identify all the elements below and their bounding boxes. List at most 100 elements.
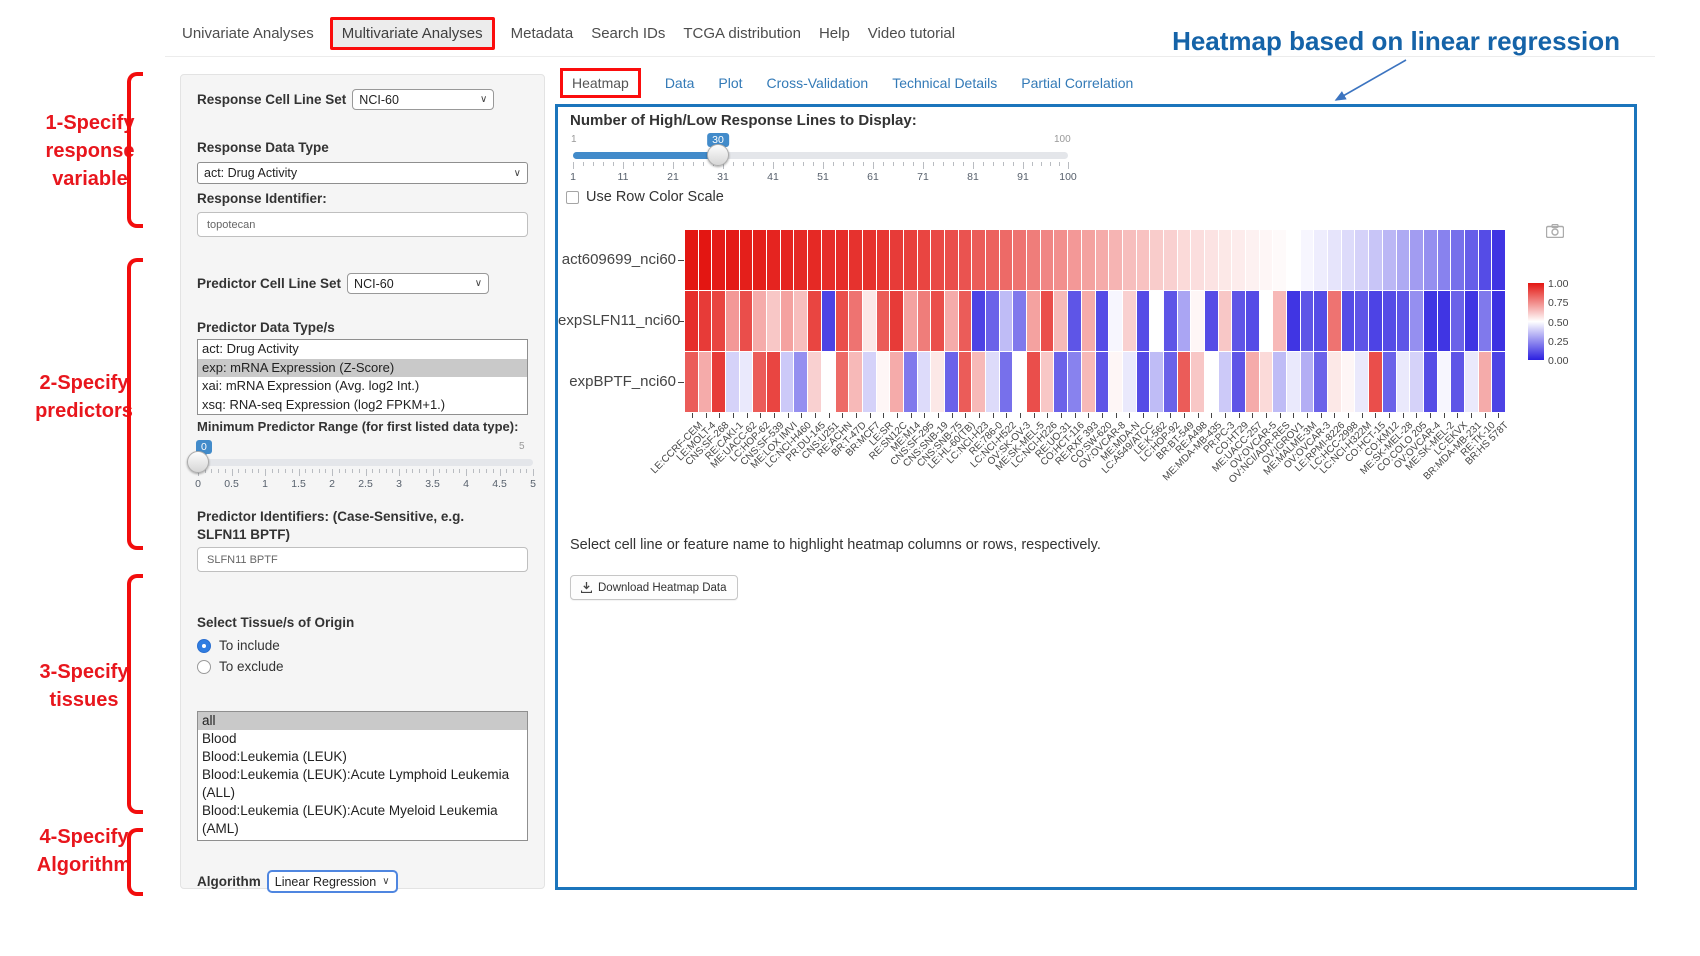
tab-cross-validation[interactable]: Cross-Validation xyxy=(767,69,869,97)
heatmap-cell[interactable] xyxy=(1492,352,1505,412)
heatmap-cell[interactable] xyxy=(1301,291,1314,351)
response-cell-line-set-select[interactable]: NCI-60 ∨ xyxy=(352,89,494,110)
heatmap-cell[interactable] xyxy=(1314,230,1327,290)
heatmap-cell[interactable] xyxy=(1301,230,1314,290)
heatmap-cell[interactable] xyxy=(1479,230,1492,290)
camera-icon[interactable] xyxy=(1546,224,1564,243)
heatmap-cell[interactable] xyxy=(1082,230,1095,290)
tissue-option[interactable]: Blood:Leukemia (LEUK) xyxy=(198,748,527,766)
heatmap-cell[interactable] xyxy=(712,291,725,351)
heatmap-cell[interactable] xyxy=(1465,352,1478,412)
heatmap-cell[interactable] xyxy=(877,291,890,351)
heatmap-cell[interactable] xyxy=(1287,230,1300,290)
heatmap-cell[interactable] xyxy=(986,291,999,351)
algorithm-select[interactable]: Linear Regression ∨ xyxy=(267,870,398,893)
heatmap-cell[interactable] xyxy=(1164,230,1177,290)
heatmap-cell[interactable] xyxy=(1287,291,1300,351)
heatmap-cell[interactable] xyxy=(1232,291,1245,351)
heatmap-cell[interactable] xyxy=(1191,352,1204,412)
heatmap-cell[interactable] xyxy=(1027,291,1040,351)
heatmap-cell[interactable] xyxy=(1451,230,1464,290)
heatmap-cell[interactable] xyxy=(1465,291,1478,351)
heatmap-cell[interactable] xyxy=(945,291,958,351)
heatmap-cell[interactable] xyxy=(1260,230,1273,290)
heatmap-cell[interactable] xyxy=(1424,291,1437,351)
heatmap-cell[interactable] xyxy=(1438,291,1451,351)
heatmap-cell[interactable] xyxy=(1246,352,1259,412)
heatmap-cell[interactable] xyxy=(794,352,807,412)
heatmap-cell[interactable] xyxy=(1205,352,1218,412)
heatmap-cell[interactable] xyxy=(1314,291,1327,351)
heatmap-cell[interactable] xyxy=(808,352,821,412)
heatmap-cell[interactable] xyxy=(1492,291,1505,351)
heatmap-cell[interactable] xyxy=(1355,230,1368,290)
heatmap-cell[interactable] xyxy=(699,230,712,290)
heatmap-cell[interactable] xyxy=(1246,230,1259,290)
tab-data[interactable]: Data xyxy=(665,69,695,97)
heatmap-cell[interactable] xyxy=(726,352,739,412)
heatmap-cell[interactable] xyxy=(1191,230,1204,290)
heatmap-cell[interactable] xyxy=(794,230,807,290)
heatmap-cell[interactable] xyxy=(1410,352,1423,412)
nav-item-help[interactable]: Help xyxy=(817,17,852,50)
heatmap-cell[interactable] xyxy=(1328,352,1341,412)
heatmap-cell[interactable] xyxy=(1150,291,1163,351)
checkbox-icon[interactable] xyxy=(566,191,579,204)
heatmap-cell[interactable] xyxy=(1205,230,1218,290)
heatmap-cell[interactable] xyxy=(904,291,917,351)
heatmap-cell[interactable] xyxy=(904,352,917,412)
heatmap-cell[interactable] xyxy=(753,291,766,351)
heatmap-cell[interactable] xyxy=(1260,352,1273,412)
heatmap-cell[interactable] xyxy=(972,352,985,412)
heatmap-cell[interactable] xyxy=(808,291,821,351)
heatmap-cell[interactable] xyxy=(1041,230,1054,290)
heatmap-cell[interactable] xyxy=(945,230,958,290)
heatmap-cell[interactable] xyxy=(918,230,931,290)
heatmap-cell[interactable] xyxy=(794,291,807,351)
heatmap-cell[interactable] xyxy=(767,352,780,412)
heatmap-cell[interactable] xyxy=(836,230,849,290)
predictor-data-type-option[interactable]: exp: mRNA Expression (Z-Score) xyxy=(198,359,527,378)
heatmap-cell[interactable] xyxy=(685,230,698,290)
tissue-option[interactable]: Blood:Leukemia (LEUK):Chronic Myelogenou… xyxy=(198,838,527,841)
heatmap-cell[interactable] xyxy=(890,352,903,412)
heatmap-cell[interactable] xyxy=(1451,291,1464,351)
predictor-data-type-option[interactable]: xai: mRNA Expression (Avg. log2 Int.) xyxy=(198,377,527,396)
heatmap-cell[interactable] xyxy=(986,352,999,412)
predictor-data-type-option[interactable]: act: Drug Activity xyxy=(198,340,527,359)
heatmap-cell[interactable] xyxy=(1479,352,1492,412)
heatmap-cell[interactable] xyxy=(1397,352,1410,412)
heatmap-cell[interactable] xyxy=(1096,230,1109,290)
tissue-include-option[interactable]: To include xyxy=(197,638,528,653)
heatmap-cell[interactable] xyxy=(1397,230,1410,290)
heatmap-cell[interactable] xyxy=(1328,230,1341,290)
tab-plot[interactable]: Plot xyxy=(718,69,742,97)
heatmap-cell[interactable] xyxy=(945,352,958,412)
nav-item-multivariate-analyses[interactable]: Multivariate Analyses xyxy=(330,17,495,50)
heatmap-cell[interactable] xyxy=(1068,352,1081,412)
heatmap-cell[interactable] xyxy=(1027,230,1040,290)
heatmap-cell[interactable] xyxy=(685,352,698,412)
nav-item-metadata[interactable]: Metadata xyxy=(509,17,576,50)
heatmap-cell[interactable] xyxy=(1410,291,1423,351)
slider-handle[interactable] xyxy=(187,451,209,473)
heatmap-cell[interactable] xyxy=(1150,352,1163,412)
heatmap-cell[interactable] xyxy=(1191,291,1204,351)
heatmap-cell[interactable] xyxy=(1438,230,1451,290)
heatmap-cell[interactable] xyxy=(1013,291,1026,351)
heatmap-cell[interactable] xyxy=(1438,352,1451,412)
heatmap-cell[interactable] xyxy=(849,230,862,290)
heatmap-cell[interactable] xyxy=(1082,291,1095,351)
heatmap-cell[interactable] xyxy=(767,291,780,351)
heatmap-cell[interactable] xyxy=(1369,230,1382,290)
heatmap-cell[interactable] xyxy=(890,291,903,351)
heatmap-cell[interactable] xyxy=(1219,291,1232,351)
heatmap-cell[interactable] xyxy=(1232,230,1245,290)
tissue-option[interactable]: Blood:Leukemia (LEUK):Acute Myeloid Leuk… xyxy=(198,802,527,838)
heatmap-cell[interactable] xyxy=(781,230,794,290)
heatmap-cell[interactable] xyxy=(1355,291,1368,351)
predictor-identifiers-input[interactable] xyxy=(197,547,528,572)
heatmap-cell[interactable] xyxy=(726,230,739,290)
heatmap-cell[interactable] xyxy=(1397,291,1410,351)
heatmap-cell[interactable] xyxy=(877,230,890,290)
